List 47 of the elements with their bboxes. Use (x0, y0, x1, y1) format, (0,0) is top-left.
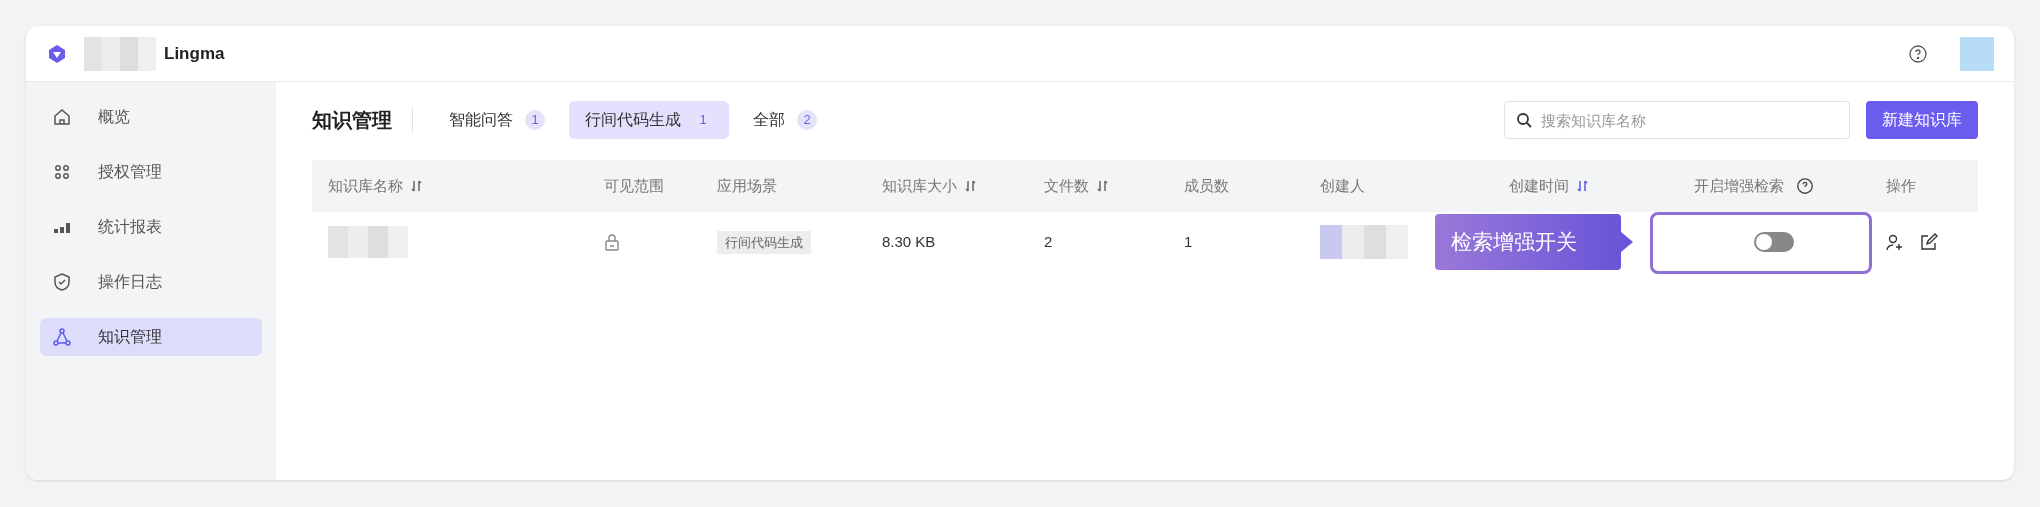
sidebar-item[interactable]: 操作日志 (40, 263, 262, 301)
scenario-tag: 行间代码生成 (717, 231, 811, 254)
table-cell-text: 2 (1043, 231, 1054, 252)
sort-icon[interactable] (411, 179, 423, 193)
column-header: 成员数 (1183, 175, 1230, 196)
edit-icon[interactable] (1920, 233, 1938, 251)
search-field[interactable]: 搜索知识库名称 (1504, 101, 1850, 139)
lock-icon (604, 233, 620, 251)
column-header: 开启增强检索 (1678, 174, 1870, 198)
sort-icon[interactable] (965, 179, 977, 193)
column-header: 操作 (1885, 175, 1917, 196)
column-header: 可见范围 (603, 175, 665, 196)
count: 2 (797, 110, 817, 130)
help-icon[interactable] (1796, 177, 1814, 195)
logo-icon (46, 42, 68, 65)
tab[interactable]: 智能问答 1 (433, 101, 561, 139)
sort-icon[interactable] (1577, 179, 1589, 193)
table-cell-text: 1 (1183, 231, 1194, 252)
blurred-image (84, 36, 156, 71)
help-icon[interactable] (1908, 43, 1928, 64)
column-header: 创建人 (1319, 175, 1366, 196)
table-cell-text: 8.30 KB (881, 231, 937, 252)
callout: 检索增强开关 (1435, 214, 1621, 270)
sidebar-item[interactable]: 统计报表 (40, 208, 262, 246)
column-header: 创建时间 (1493, 174, 1678, 198)
column-header: 知识库名称 (312, 174, 588, 198)
page-title: 知识管理 (312, 108, 392, 133)
grid-icon (52, 162, 72, 182)
product-name: Lingma (164, 42, 225, 65)
toggle-switch[interactable] (1754, 232, 1794, 252)
callout-pointer-icon (1621, 232, 1633, 252)
add-user-icon[interactable] (1886, 233, 1904, 251)
column-header: 知识库大小 (866, 174, 1028, 198)
sidebar-item[interactable]: 知识管理 (40, 318, 262, 356)
search-icon (1516, 112, 1532, 128)
network-icon (52, 327, 72, 347)
column-header: 文件数 (1028, 174, 1168, 198)
count: 1 (525, 110, 545, 130)
home-icon (52, 107, 72, 127)
sort-icon[interactable] (1097, 179, 1109, 193)
new-knowledge-base-button[interactable]: 新建知识库 (1866, 101, 1978, 139)
sidebar-item[interactable]: 授权管理 (40, 153, 262, 191)
tab[interactable]: 行间代码生成 1 (569, 101, 729, 139)
shield-icon (52, 272, 72, 292)
column-header: 应用场景 (716, 175, 778, 196)
sidebar-item[interactable]: 概览 (40, 98, 262, 136)
tab[interactable]: 全部 2 (737, 101, 833, 139)
